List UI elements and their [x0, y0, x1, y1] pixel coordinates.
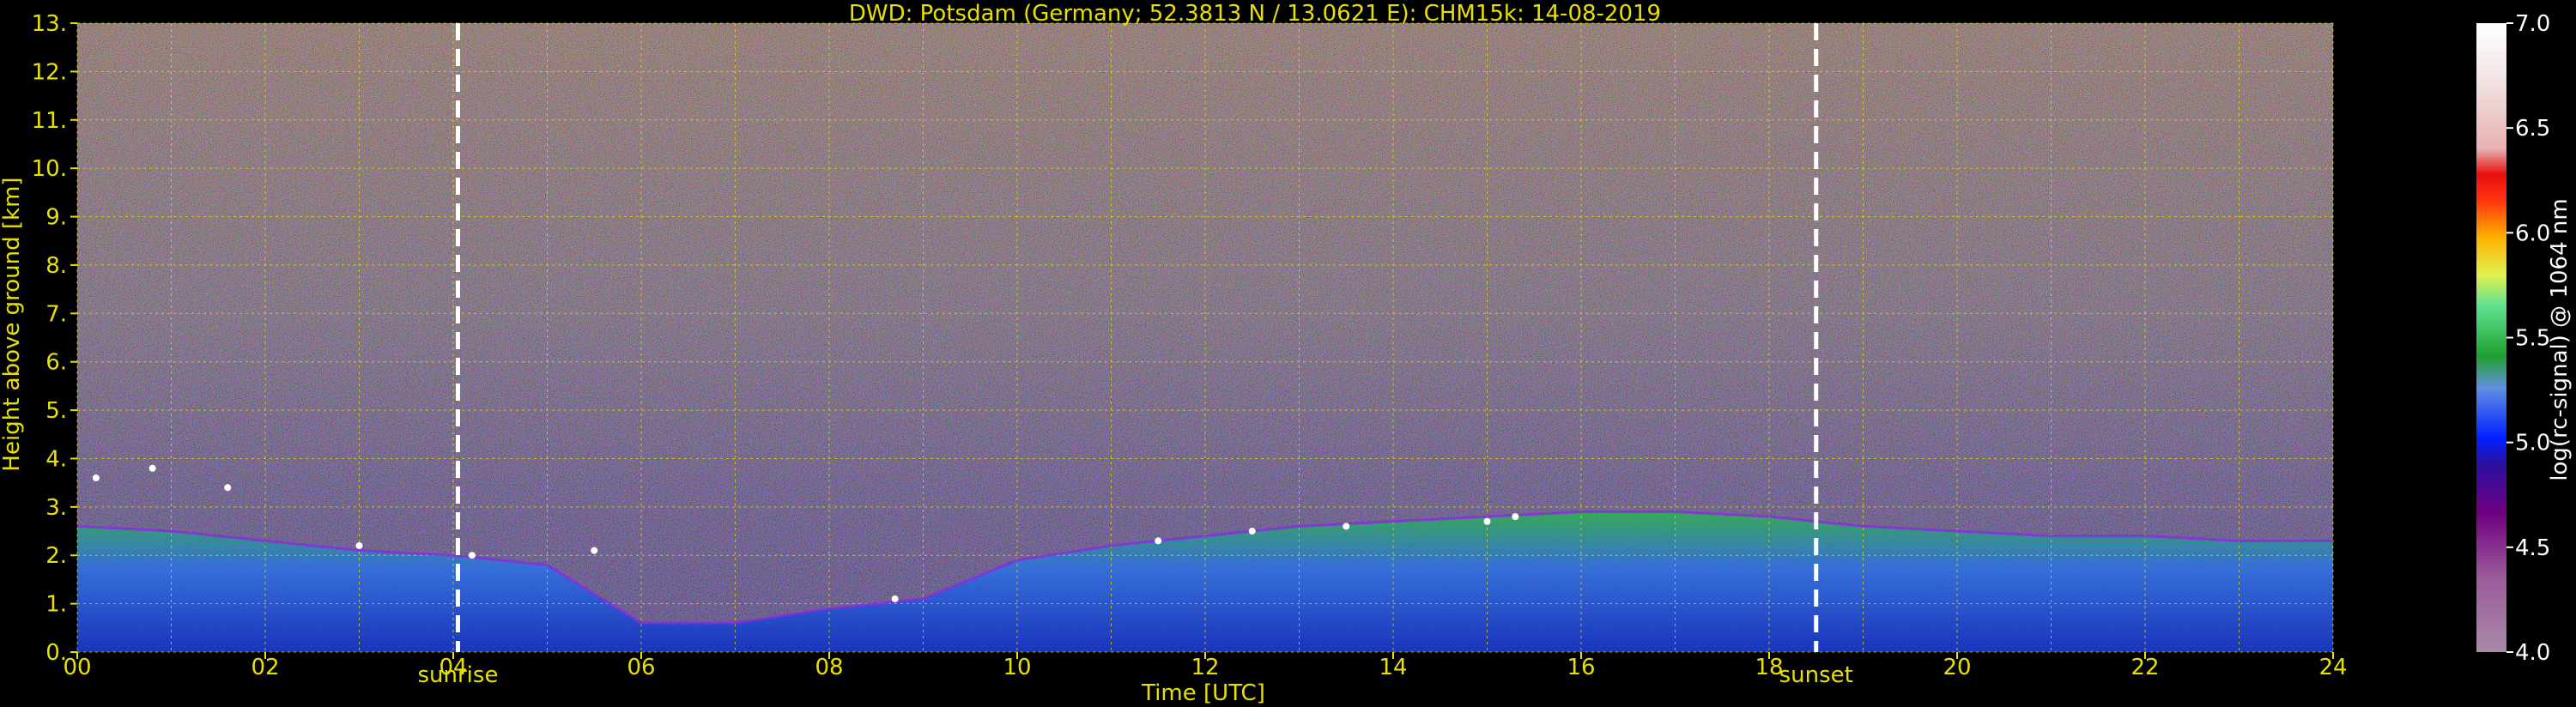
y-tick-label: 0.: [45, 640, 67, 666]
y-tick-label: 2.: [45, 543, 67, 569]
cloud-top-point: [355, 541, 363, 549]
colorbar-tick-label: 6.5: [2515, 116, 2550, 142]
cloud-top-point: [224, 484, 232, 492]
y-axis-label: Height above ground [km]: [0, 177, 25, 471]
y-tick-label: 8.: [45, 253, 67, 279]
y-tick-label: 10.: [32, 156, 67, 182]
y-tick-label: 6.: [45, 350, 67, 376]
y-tick-label: 7.: [45, 301, 67, 327]
y-tick-label: 1.: [45, 592, 67, 618]
y-axis-ticks: 0. 1. 2. 3. 4. 5. 6. 7. 8. 9. 10. 11. 12. 13.: [32, 11, 77, 666]
y-tick-label: 11.: [32, 108, 67, 134]
colorbar-tick-label: 6.0: [2515, 221, 2550, 246]
cloud-top-point: [468, 552, 476, 559]
colorbar-tick-label: 5.5: [2515, 326, 2550, 352]
ceilometer-chart: sunrise sunset 00 02 04 06 08 10 12 14 16 18 20 22 24…: [0, 1, 2573, 706]
colorbar-tick-label: 4.0: [2515, 640, 2550, 666]
cloud-top-point: [1343, 523, 1350, 530]
cloud-top-point: [891, 595, 899, 602]
cloud-top-point: [1248, 528, 1256, 535]
x-tick-label: 04: [439, 655, 467, 680]
y-tick-label: 12.: [32, 59, 67, 85]
x-tick-label: 00: [63, 655, 91, 680]
x-tick-label: 02: [251, 655, 279, 680]
cloud-top-point: [1483, 517, 1491, 525]
colorbar-gradient: [2476, 23, 2506, 652]
cloud-top-point: [1512, 513, 1519, 521]
cloud-top-point: [591, 547, 598, 554]
colorbar: 4.0 4.5 5.0 5.5 6.0 6.5 7.0 log(rc-signal) @ 1…: [2476, 11, 2573, 666]
x-tick-label: 08: [815, 655, 843, 680]
x-tick-label: 06: [627, 655, 655, 680]
colorbar-tick-label: 7.0: [2515, 11, 2550, 37]
x-tick-label: 16: [1567, 655, 1595, 680]
y-tick-label: 5.: [45, 398, 67, 424]
chart-title: DWD: Potsdam (Germany; 52.3813 N / 13.06…: [849, 1, 1661, 27]
cloud-top-point: [1155, 537, 1162, 545]
x-axis-ticks: 00 02 04 06 08 10 12 14 16 18 20 22 24: [63, 652, 2348, 680]
colorbar-tick-label: 5.0: [2515, 431, 2550, 456]
x-tick-label: 14: [1379, 655, 1407, 680]
colorbar-ticks: 4.0 4.5 5.0 5.5 6.0 6.5 7.0: [2506, 11, 2550, 666]
x-tick-label: 24: [2318, 655, 2347, 680]
cloud-top-point: [148, 464, 156, 472]
cloud-top-point: [92, 474, 100, 482]
x-tick-label: 10: [1003, 655, 1031, 680]
x-axis-label: Time [UTC]: [1141, 680, 1265, 706]
y-tick-label: 9.: [45, 205, 67, 231]
y-tick-label: 3.: [45, 495, 67, 521]
colorbar-tick-label: 4.5: [2515, 535, 2550, 561]
colorbar-label: log(rc-signal) @ 1064 nm: [2547, 198, 2573, 480]
annotation-label: sunset: [1779, 662, 1853, 688]
x-tick-label: 12: [1191, 655, 1219, 680]
y-tick-label: 13.: [32, 11, 67, 37]
x-tick-label: 20: [1943, 655, 1971, 680]
x-tick-label: 18: [1755, 655, 1783, 680]
x-tick-label: 22: [2131, 655, 2159, 680]
y-tick-label: 4.: [45, 446, 67, 472]
